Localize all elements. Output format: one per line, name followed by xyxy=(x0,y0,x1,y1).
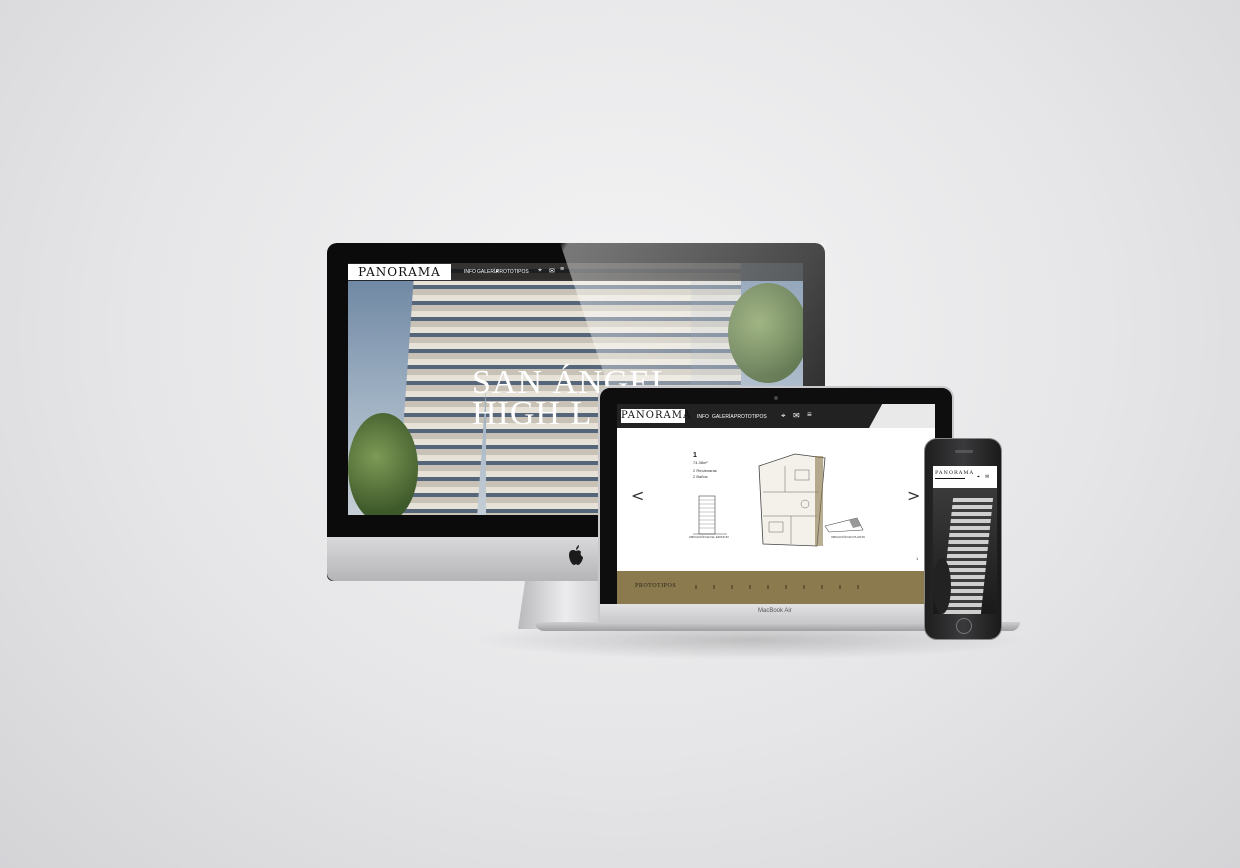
nav-galeria[interactable]: GALERÍA xyxy=(712,414,734,420)
floor-location-diagram xyxy=(824,517,864,533)
tree-image xyxy=(348,413,418,515)
iphone-header: PANORAMA ⌖ ✉ xyxy=(933,466,997,488)
floor-plan-diagram xyxy=(758,453,826,547)
nav-prototipos[interactable]: PROTOTIPOS xyxy=(496,269,529,275)
logo[interactable]: PANORAMA xyxy=(348,264,451,280)
location-icon[interactable]: ⌖ xyxy=(781,411,786,421)
home-button[interactable] xyxy=(956,618,972,634)
menu-icon[interactable]: ≡ xyxy=(560,266,564,273)
mail-icon[interactable]: ✉ xyxy=(985,474,989,480)
iphone-screen: PANORAMA ⌖ ✉ xyxy=(933,466,997,614)
apple-logo-icon xyxy=(569,545,583,565)
ubicacion-edificio-label: UBICACIÓN EN EL EDIFICIO xyxy=(689,535,729,539)
macbook-nav-bar: PANORAMA INFO GALERÍA PROTOTIPOS ⌖ ✉ ≡ xyxy=(617,404,935,428)
iphone-hero-image xyxy=(933,488,997,614)
mail-icon[interactable]: ✉ xyxy=(549,267,555,275)
imac-nav-bar: PANORAMA INFO GALERÍA PROTOTIPOS ⌖ ✉ ≡ xyxy=(348,263,803,281)
macbook-brand: MacBook Air xyxy=(758,608,792,614)
tree-image xyxy=(728,283,803,383)
nav-info[interactable]: INFO xyxy=(464,269,476,275)
logo[interactable]: PANORAMA xyxy=(621,409,690,423)
mail-icon[interactable]: ✉ xyxy=(793,411,800,420)
building-elevation-diagram xyxy=(693,495,727,535)
macbook-screen: PANORAMA INFO GALERÍA PROTOTIPOS ⌖ ✉ ≡ <… xyxy=(617,404,935,604)
prev-arrow-button[interactable]: < xyxy=(631,486,644,505)
nav-shade xyxy=(869,404,935,428)
page-indicator: 1 xyxy=(916,556,919,561)
ubicacion-planta-label: UBICACIÓN EN PLANTA xyxy=(831,535,865,539)
footer-label: PROTOTIPOS xyxy=(635,583,677,589)
next-arrow-button[interactable]: > xyxy=(907,486,920,505)
camera-icon xyxy=(774,396,778,400)
location-icon[interactable]: ⌖ xyxy=(538,267,542,275)
nav-prototipos[interactable]: PROTOTIPOS xyxy=(734,414,767,420)
macbook-bezel: MacBook Air xyxy=(600,604,952,624)
iphone-speaker xyxy=(955,450,973,453)
unit-detail: 2 Baños xyxy=(693,474,708,479)
prototipos-footer: PROTOTIPOS xyxy=(617,571,935,604)
unit-number: 1 xyxy=(693,452,697,459)
prototype-thumbnails[interactable] xyxy=(695,585,865,589)
menu-icon[interactable]: ≡ xyxy=(807,410,812,419)
unit-area: 74.38m² xyxy=(693,460,708,465)
nav-info[interactable]: INFO xyxy=(697,414,709,420)
logo[interactable]: PANORAMA xyxy=(935,469,973,479)
unit-detail: 2 Recámaras xyxy=(693,468,717,473)
tree-image xyxy=(933,558,951,614)
location-icon[interactable]: ⌖ xyxy=(977,474,980,480)
